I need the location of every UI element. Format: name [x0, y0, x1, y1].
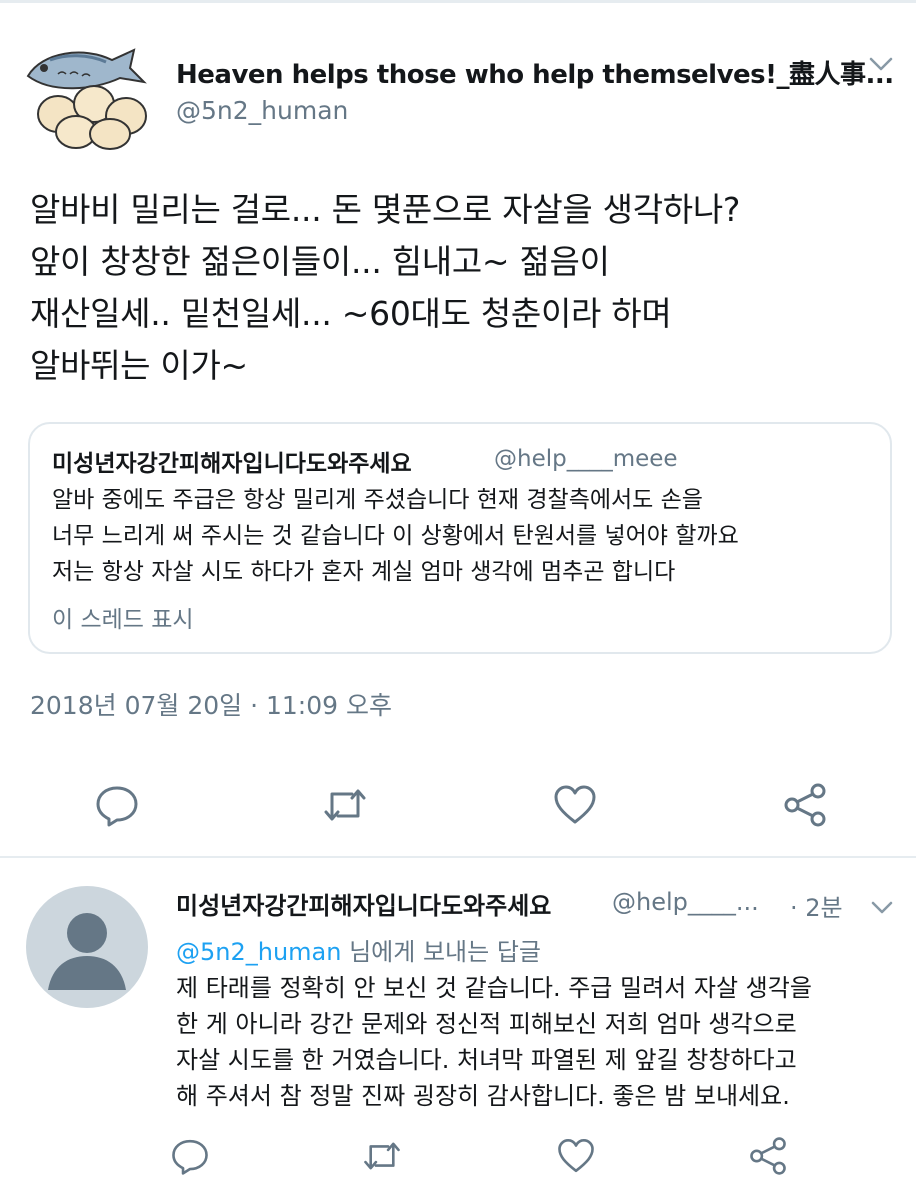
- author-name[interactable]: Heaven helps those who help themselves!_…: [176, 54, 894, 91]
- author-handle[interactable]: @5n2_human: [176, 96, 348, 125]
- reply-text-line: 자살 시도를 한 거였습니다. 처녀막 파열된 제 앞길 창창하다고: [176, 1046, 797, 1074]
- quoted-author-handle: @help____meee: [494, 446, 678, 472]
- retweet-icon[interactable]: [362, 1136, 402, 1176]
- chevron-down-icon[interactable]: [866, 52, 896, 76]
- reply-icon[interactable]: [94, 782, 140, 828]
- tweet-action-bar: [0, 780, 916, 830]
- quoted-tweet-text: 알바 중에도 주급은 항상 밀리게 주셨습니다 현재 경찰측에서도 손을 너무 …: [52, 482, 882, 590]
- reply-author-handle[interactable]: @help____...: [612, 888, 759, 916]
- top-divider: [0, 0, 916, 3]
- reply-to-handle-link[interactable]: @5n2_human: [176, 938, 341, 966]
- replying-to: @5n2_human 님에게 보내는 답글: [176, 932, 541, 967]
- tweet-text-line: 재산일세.. 밑천일세... ~60대도 청춘이라 하며: [30, 294, 672, 333]
- chevron-down-icon[interactable]: [868, 896, 896, 918]
- reply-to-suffix: 님에게 보내는 답글: [341, 938, 541, 966]
- like-icon[interactable]: [552, 782, 598, 828]
- reply-text-line: 해 주셔서 참 정말 진짜 굉장히 감사합니다. 좋은 밤 보내세요.: [176, 1082, 790, 1110]
- reply-text-line: 한 게 아니라 강간 문제와 정신적 피해보신 저희 엄마 생각으로: [176, 1010, 797, 1038]
- tweet-timestamp: 2018년 07월 20일 · 11:09 오후: [30, 691, 392, 720]
- reply-avatar[interactable]: [26, 886, 148, 1008]
- quoted-text-line: 알바 중에도 주급은 항상 밀리게 주셨습니다 현재 경찰측에서도 손을: [52, 487, 703, 513]
- tweet-text-line: 알바뛰는 이가~: [30, 346, 248, 385]
- share-icon[interactable]: [748, 1136, 788, 1176]
- quoted-text-line: 저는 항상 자살 시도 하다가 혼자 계실 엄마 생각에 멈추곤 합니다: [52, 559, 676, 585]
- author-avatar[interactable]: [22, 38, 152, 150]
- show-thread-link[interactable]: 이 스레드 표시: [52, 600, 194, 634]
- reply-icon[interactable]: [170, 1136, 210, 1176]
- tweet-divider: [0, 856, 916, 858]
- tweet-text-line: 알바비 밀리는 걸로... 돈 몇푼으로 자살을 생각하나?: [30, 190, 741, 229]
- reply-text-line: 제 타래를 정확히 안 보신 것 같습니다. 주급 밀려서 자살 생각을: [176, 974, 812, 1002]
- reply-action-bar: [0, 1134, 916, 1180]
- quoted-text-line: 너무 느리게 써 주시는 것 같습니다 이 상황에서 탄원서를 넣어야 할까요: [52, 523, 739, 549]
- like-icon[interactable]: [556, 1136, 596, 1176]
- share-icon[interactable]: [782, 782, 828, 828]
- reply-text: 제 타래를 정확히 안 보신 것 같습니다. 주급 밀려서 자살 생각을 한 게…: [176, 970, 896, 1114]
- reply-author-name[interactable]: 미성년자강간피해자입니다도와주세요: [176, 886, 551, 921]
- quoted-author-name: 미성년자강간피해자입니다도와주세요: [52, 451, 412, 477]
- tweet-text: 알바비 밀리는 걸로... 돈 몇푼으로 자살을 생각하나? 앞이 창창한 젊은…: [30, 184, 900, 392]
- retweet-icon[interactable]: [322, 782, 368, 828]
- reply-time: · 2분: [790, 894, 843, 922]
- tweet-text-line: 앞이 창창한 젊은이들이... 힘내고~ 젊음이: [30, 242, 610, 281]
